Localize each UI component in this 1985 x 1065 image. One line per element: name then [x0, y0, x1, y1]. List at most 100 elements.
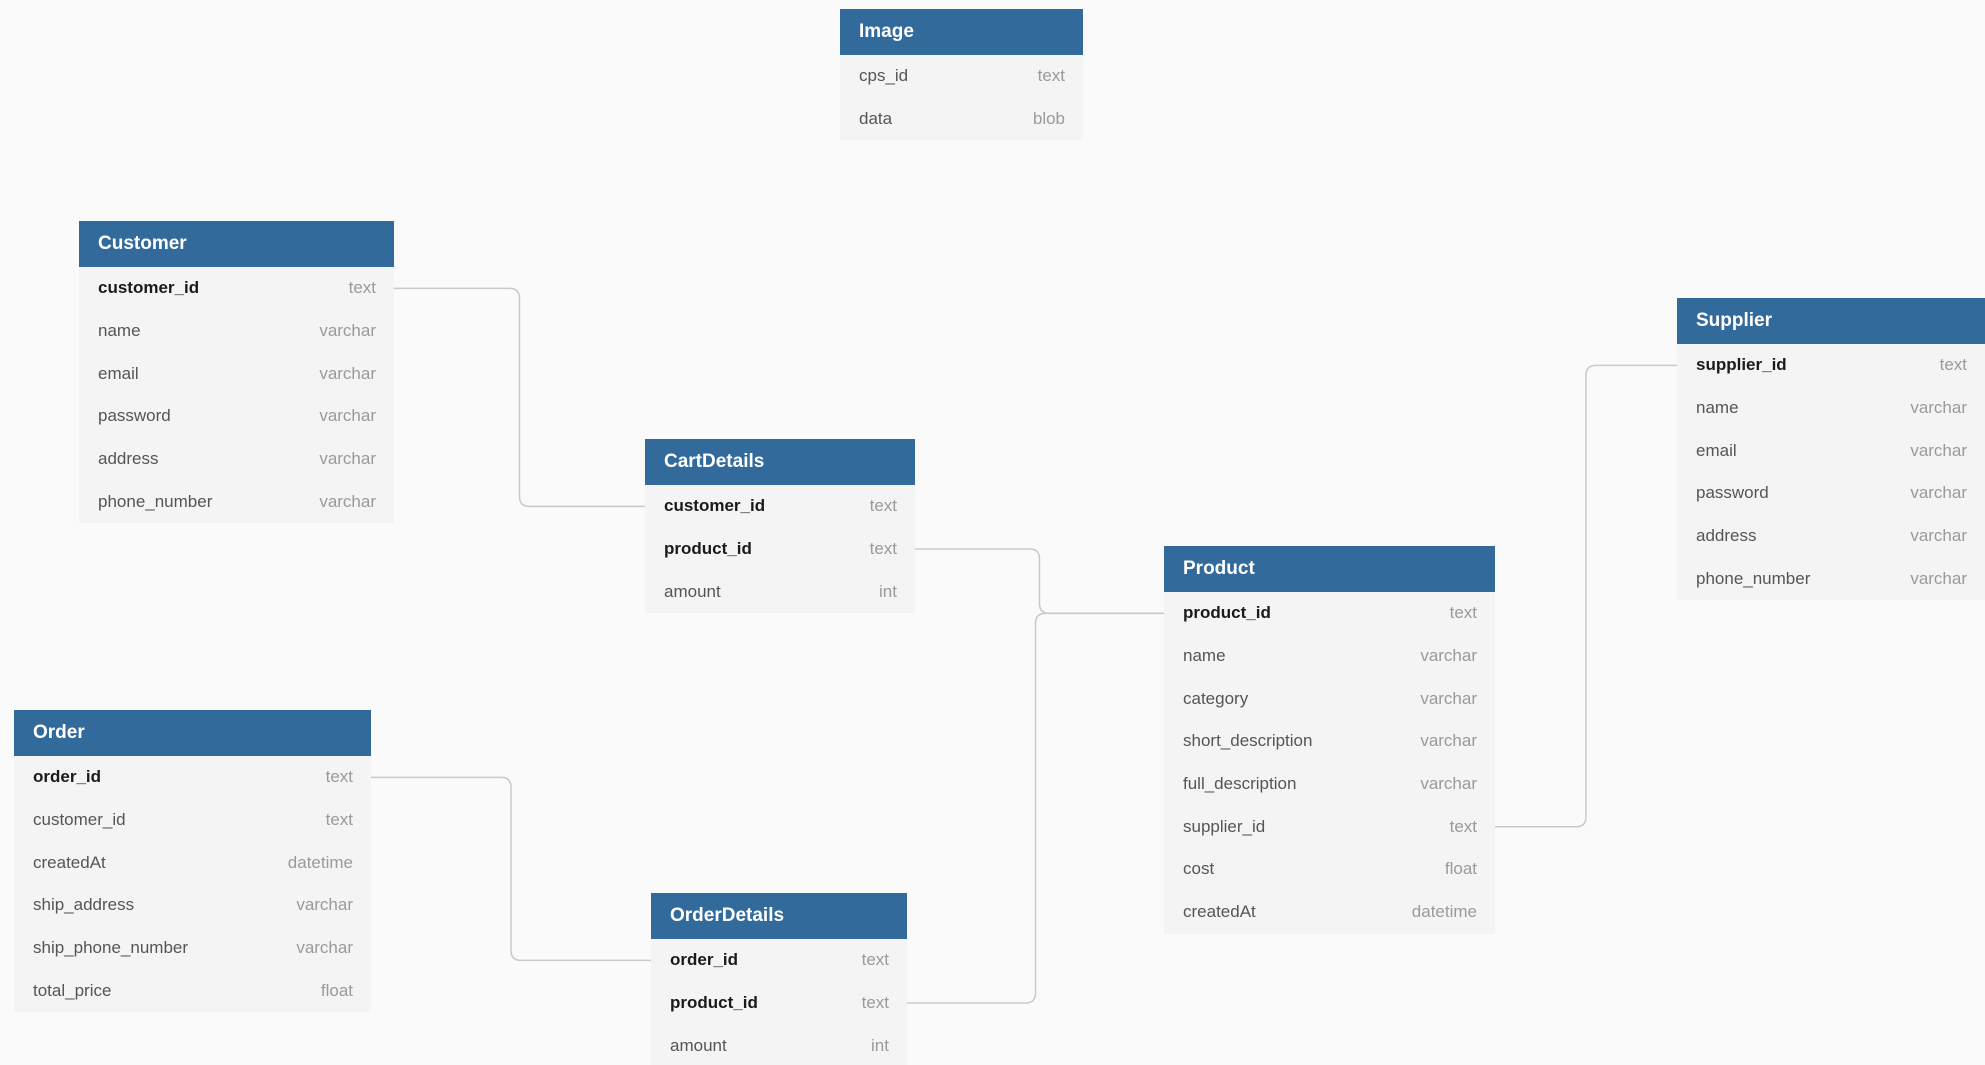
- table-order[interactable]: Order order_id text customer_id text cre…: [14, 710, 371, 1013]
- relation-line[interactable]: [371, 776, 651, 962]
- field-name: phone_number: [1696, 568, 1811, 588]
- field-type: int: [879, 581, 897, 601]
- field-name: product_id: [664, 539, 752, 559]
- table-row[interactable]: name varchar: [1677, 387, 1985, 430]
- field-type: text: [1449, 816, 1477, 836]
- table-row[interactable]: createdAt datetime: [14, 841, 371, 884]
- table-row[interactable]: address varchar: [79, 438, 394, 481]
- field-type: varchar: [296, 895, 353, 915]
- table-row[interactable]: category varchar: [1164, 677, 1495, 720]
- field-type: text: [861, 950, 889, 970]
- field-type: varchar: [319, 321, 376, 341]
- table-row[interactable]: password varchar: [1677, 472, 1985, 515]
- table-header[interactable]: OrderDetails: [651, 893, 907, 939]
- table-header[interactable]: CartDetails: [645, 439, 915, 485]
- table-row[interactable]: name varchar: [1164, 635, 1495, 678]
- table-row[interactable]: full_description varchar: [1164, 763, 1495, 806]
- table-row[interactable]: order_id text: [14, 756, 371, 799]
- field-name: customer_id: [98, 278, 200, 298]
- field-type: varchar: [319, 491, 376, 511]
- table-customer[interactable]: Customer customer_id text name varchar e…: [79, 221, 394, 524]
- field-type: varchar: [1420, 774, 1477, 794]
- table-row[interactable]: amount int: [645, 570, 915, 613]
- field-type: varchar: [319, 406, 376, 426]
- table-row[interactable]: ship_address varchar: [14, 884, 371, 927]
- table-row[interactable]: createdAt datetime: [1164, 891, 1495, 934]
- table-row[interactable]: supplier_id text: [1677, 344, 1985, 387]
- field-name: data: [859, 109, 893, 129]
- table-row[interactable]: cost float: [1164, 848, 1495, 891]
- field-name: supplier_id: [1183, 816, 1266, 836]
- field-name: address: [1696, 526, 1757, 546]
- table-row[interactable]: customer_id text: [14, 799, 371, 842]
- field-name: createdAt: [1183, 902, 1256, 922]
- table-row[interactable]: phone_number varchar: [1677, 557, 1985, 600]
- table-product[interactable]: Product product_id text name varchar cat…: [1164, 546, 1495, 934]
- table-row[interactable]: product_id text: [645, 528, 915, 571]
- table-row[interactable]: phone_number varchar: [79, 480, 394, 523]
- field-type: varchar: [319, 363, 376, 383]
- relation-line[interactable]: [915, 548, 1164, 615]
- field-type: varchar: [1420, 731, 1477, 751]
- table-image[interactable]: Image cps_id text data blob: [840, 9, 1083, 141]
- table-order-details[interactable]: OrderDetails order_id text product_id te…: [651, 893, 907, 1065]
- table-row[interactable]: data blob: [840, 98, 1083, 141]
- table-row[interactable]: password varchar: [79, 395, 394, 438]
- field-type: datetime: [1411, 902, 1477, 922]
- diagram-canvas: Image cps_id text data blob Customer cus…: [0, 0, 1985, 1065]
- field-type: varchar: [1420, 688, 1477, 708]
- table-row[interactable]: email varchar: [79, 352, 394, 395]
- field-type: int: [871, 1035, 889, 1055]
- field-name: total_price: [33, 980, 112, 1000]
- field-type: text: [325, 767, 353, 787]
- table-header[interactable]: Order: [14, 710, 371, 756]
- field-name: name: [1183, 646, 1226, 666]
- field-type: varchar: [1910, 483, 1967, 503]
- field-type: text: [869, 496, 897, 516]
- table-header[interactable]: Supplier: [1677, 298, 1985, 344]
- table-header[interactable]: Product: [1164, 546, 1495, 592]
- relation-line[interactable]: [394, 287, 645, 508]
- table-cart-details[interactable]: CartDetails customer_id text product_id …: [645, 439, 915, 614]
- table-row[interactable]: amount int: [651, 1024, 907, 1065]
- table-row[interactable]: address varchar: [1677, 515, 1985, 558]
- relation-line[interactable]: [907, 612, 1164, 1004]
- table-header[interactable]: Image: [840, 9, 1083, 55]
- field-name: phone_number: [98, 491, 213, 511]
- table-row[interactable]: ship_phone_number varchar: [14, 927, 371, 970]
- table-row[interactable]: customer_id text: [645, 485, 915, 528]
- table-row[interactable]: order_id text: [651, 939, 907, 982]
- table-row[interactable]: product_id text: [1164, 592, 1495, 635]
- field-name: email: [98, 363, 139, 383]
- table-row[interactable]: total_price float: [14, 969, 371, 1012]
- field-name: customer_id: [664, 496, 766, 516]
- relation-line[interactable]: [1495, 364, 1677, 828]
- table-row[interactable]: product_id text: [651, 982, 907, 1025]
- field-name: amount: [670, 1035, 727, 1055]
- table-row[interactable]: email varchar: [1677, 429, 1985, 472]
- field-type: text: [1939, 355, 1967, 375]
- field-name: product_id: [1183, 603, 1271, 623]
- table-header[interactable]: Customer: [79, 221, 394, 267]
- field-type: varchar: [1910, 440, 1967, 460]
- field-type: varchar: [319, 449, 376, 469]
- field-name: ship_phone_number: [33, 938, 189, 958]
- field-type: varchar: [1910, 526, 1967, 546]
- table-row[interactable]: cps_id text: [840, 55, 1083, 98]
- field-type: text: [1449, 603, 1477, 623]
- field-type: varchar: [1910, 568, 1967, 588]
- table-row[interactable]: name varchar: [79, 310, 394, 353]
- field-name: name: [1696, 398, 1739, 418]
- field-name: customer_id: [33, 810, 126, 830]
- field-name: short_description: [1183, 731, 1313, 751]
- table-row[interactable]: supplier_id text: [1164, 805, 1495, 848]
- field-name: order_id: [33, 767, 102, 787]
- field-name: name: [98, 321, 141, 341]
- table-supplier[interactable]: Supplier supplier_id text name varchar e…: [1677, 298, 1985, 601]
- field-type: text: [1037, 66, 1065, 86]
- field-type: varchar: [1910, 398, 1967, 418]
- table-row[interactable]: short_description varchar: [1164, 720, 1495, 763]
- field-name: full_description: [1183, 774, 1297, 794]
- field-type: text: [869, 539, 897, 559]
- table-row[interactable]: customer_id text: [79, 267, 394, 310]
